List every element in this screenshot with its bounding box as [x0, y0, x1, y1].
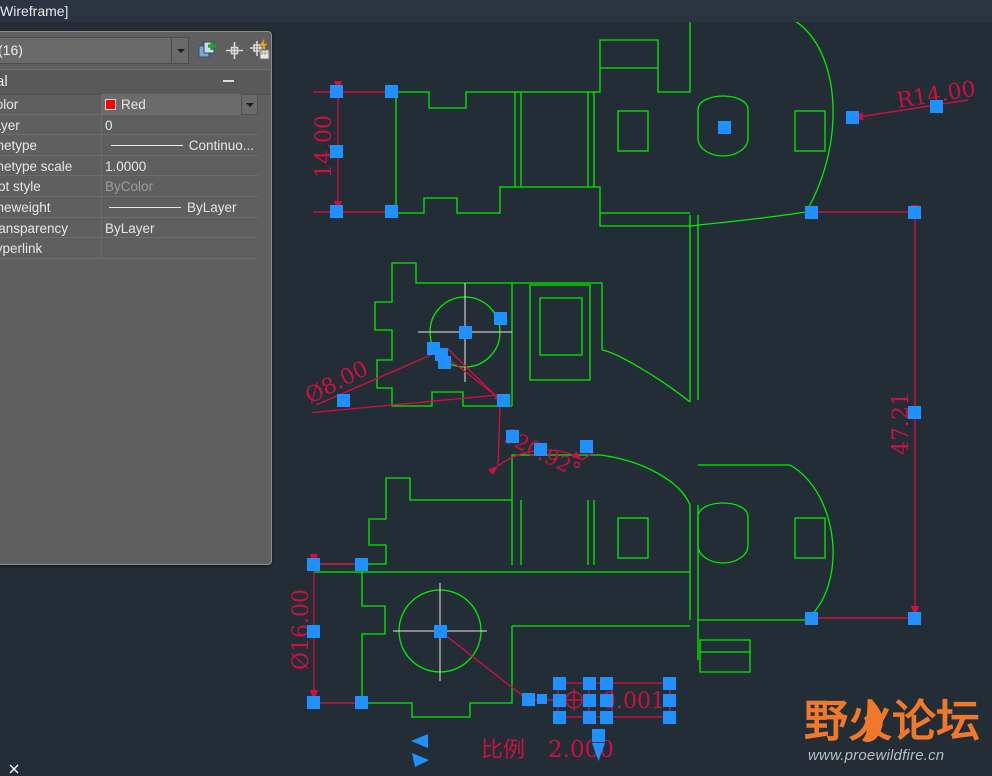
- property-label: Transparency: [0, 217, 102, 239]
- palette-empty-area: [0, 287, 270, 563]
- window-title-bar: D Wireframe]: [0, 0, 992, 22]
- property-label: Color: [0, 94, 102, 115]
- watermark: 野火论坛 www.proewildfire.cn: [798, 696, 984, 770]
- chevron-down-icon[interactable]: [171, 37, 189, 64]
- property-value[interactable]: Red: [102, 94, 258, 115]
- application-window: 14.00 R14.00 Ø8.00 120.92° 47.21 Ø16.00 …: [0, 0, 992, 776]
- crosshair-icon[interactable]: [223, 39, 246, 62]
- property-value[interactable]: 1.0000: [102, 156, 258, 177]
- property-value: ByColor: [102, 176, 258, 197]
- continuous-linetype-icon: [110, 145, 183, 147]
- grip-group[interactable]: [307, 85, 943, 767]
- property-value[interactable]: ByLayer: [102, 197, 258, 218]
- section-title: eneral: [0, 73, 8, 90]
- property-label: Plot style: [0, 176, 102, 197]
- lineweight-value-text: ByLayer: [187, 200, 237, 215]
- properties-palette[interactable]: l (16): [0, 31, 272, 565]
- window-title: D Wireframe]: [0, 3, 69, 19]
- dimension-group: [309, 80, 969, 718]
- property-value[interactable]: [102, 238, 258, 259]
- lineweight-icon: [109, 207, 181, 208]
- property-row-lineweight[interactable]: Lineweight ByLayer: [0, 197, 270, 218]
- property-row-color[interactable]: Color Red: [0, 94, 270, 115]
- section-header-general[interactable]: eneral: [0, 69, 270, 95]
- property-row-layer[interactable]: Layer 0: [0, 114, 270, 136]
- watermark-url: www.proewildfire.cn: [808, 747, 945, 764]
- property-row-linetype-scale[interactable]: Linetype scale 1.0000: [0, 155, 270, 177]
- property-row-transparency[interactable]: Transparency ByLayer: [0, 217, 270, 239]
- property-row-plot-style[interactable]: Plot style ByColor: [0, 176, 270, 197]
- scale-note-label: 比例: [481, 738, 525, 763]
- crosshair-lightning-icon[interactable]: [248, 37, 270, 62]
- property-value[interactable]: 0: [102, 115, 258, 136]
- color-value-text: Red: [121, 97, 146, 112]
- property-row-linetype[interactable]: Linetype Continuo...: [0, 135, 270, 156]
- property-label: Linetype: [0, 135, 102, 156]
- property-label: Hyperlink: [0, 238, 102, 259]
- part-geometry-group: [314, 17, 834, 718]
- dim-text-4721: 47.21: [889, 392, 914, 455]
- property-value[interactable]: Continuo...: [102, 135, 258, 156]
- property-row-hyperlink[interactable]: Hyperlink: [0, 238, 270, 259]
- color-dropdown-icon[interactable]: [241, 94, 258, 115]
- add-objects-icon[interactable]: [196, 39, 219, 62]
- linetype-value-text: Continuo...: [188, 138, 254, 154]
- property-label: Linetype scale: [0, 155, 102, 177]
- property-label: Layer: [0, 114, 102, 136]
- property-label: Lineweight: [0, 197, 102, 218]
- dim-text-d8: Ø8.00: [301, 357, 372, 410]
- crosshair-cursor-icon: [9, 764, 19, 774]
- palette-toolbar: l (16): [0, 37, 270, 67]
- property-value[interactable]: ByLayer: [102, 218, 258, 239]
- selection-combo[interactable]: l (16): [0, 37, 176, 64]
- color-swatch: [105, 99, 116, 110]
- watermark-text: 野火论坛: [804, 696, 980, 747]
- minus-icon[interactable]: [223, 80, 234, 82]
